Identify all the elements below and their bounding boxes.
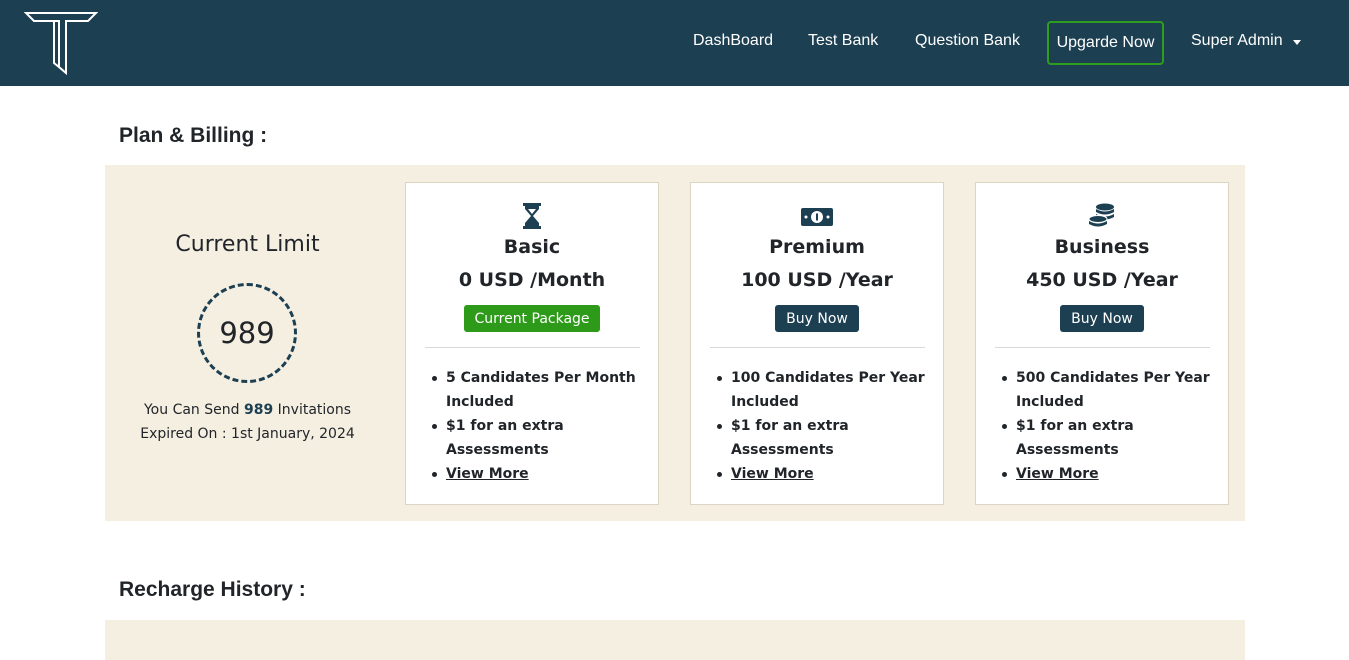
user-menu-dropdown[interactable]: Super Admin	[1191, 32, 1301, 50]
plan-price: 100 USD /Year	[741, 269, 893, 291]
recharge-history-panel	[105, 620, 1245, 660]
brand-logo-icon[interactable]	[24, 11, 98, 75]
hourglass-icon	[406, 203, 658, 229]
invitations-text: You Can Send 989 Invitations	[105, 402, 390, 418]
feature-item: $1 for an extra Assessments	[711, 414, 926, 462]
current-limit-circle: 989	[197, 283, 297, 383]
invitations-suffix: Invitations	[277, 402, 352, 418]
view-more-item: View More	[996, 462, 1211, 486]
billing-panel: Current Limit 989 You Can Send 989 Invit…	[105, 165, 1245, 521]
money-bill-icon	[691, 203, 943, 229]
current-package-button[interactable]: Current Package	[464, 305, 600, 332]
upgrade-now-button[interactable]: Upgarde Now	[1047, 21, 1164, 65]
plan-features: 100 Candidates Per Year Included $1 for …	[711, 366, 926, 486]
view-more-link[interactable]: View More	[446, 466, 529, 482]
feature-item: $1 for an extra Assessments	[426, 414, 641, 462]
current-limit-title: Current Limit	[175, 232, 320, 257]
plan-price: 450 USD /Year	[1026, 269, 1178, 291]
plan-card-business: Business 450 USD /Year Buy Now 500 Candi…	[975, 182, 1229, 505]
current-limit-value: 989	[219, 316, 275, 350]
nav-link-test-bank[interactable]: Test Bank	[808, 32, 878, 50]
recharge-history-title: Recharge History :	[119, 578, 306, 601]
view-more-item: View More	[711, 462, 926, 486]
view-more-link[interactable]: View More	[1016, 466, 1099, 482]
plan-features: 5 Candidates Per Month Included $1 for a…	[426, 366, 641, 486]
card-divider	[425, 347, 640, 348]
current-limit-box: Current Limit 989 You Can Send 989 Invit…	[105, 165, 390, 521]
top-navbar: DashBoard Test Bank Question Bank Upgard…	[0, 0, 1349, 86]
feature-item: 100 Candidates Per Year Included	[711, 366, 926, 414]
caret-down-icon	[1292, 39, 1301, 45]
plan-card-basic: Basic 0 USD /Month Current Package 5 Can…	[405, 182, 659, 505]
view-more-item: View More	[426, 462, 641, 486]
invitations-count: 989	[243, 402, 274, 418]
nav-link-dashboard[interactable]: DashBoard	[693, 32, 773, 50]
buy-now-button[interactable]: Buy Now	[1060, 305, 1144, 332]
nav-link-question-bank[interactable]: Question Bank	[915, 32, 1020, 50]
invitations-prefix: You Can Send	[143, 402, 240, 418]
expiry-text: Expired On : 1st January, 2024	[140, 426, 355, 442]
feature-item: $1 for an extra Assessments	[996, 414, 1211, 462]
plan-price: 0 USD /Month	[458, 269, 606, 291]
plan-billing-title: Plan & Billing :	[119, 124, 268, 147]
plan-features: 500 Candidates Per Year Included $1 for …	[996, 366, 1211, 486]
user-menu-label: Super Admin	[1191, 32, 1283, 49]
card-divider	[710, 347, 925, 348]
card-divider	[995, 347, 1210, 348]
feature-item: 5 Candidates Per Month Included	[426, 366, 641, 414]
plan-card-premium: Premium 100 USD /Year Buy Now 100 Candid…	[690, 182, 944, 505]
plan-name: Business	[1054, 236, 1150, 258]
coins-icon	[976, 203, 1228, 229]
upgrade-now-label: Upgarde Now	[1056, 34, 1155, 51]
buy-now-button[interactable]: Buy Now	[775, 305, 859, 332]
feature-item: 500 Candidates Per Year Included	[996, 366, 1211, 414]
plan-name: Basic	[503, 236, 561, 258]
plan-name: Premium	[769, 236, 865, 258]
view-more-link[interactable]: View More	[731, 466, 814, 482]
